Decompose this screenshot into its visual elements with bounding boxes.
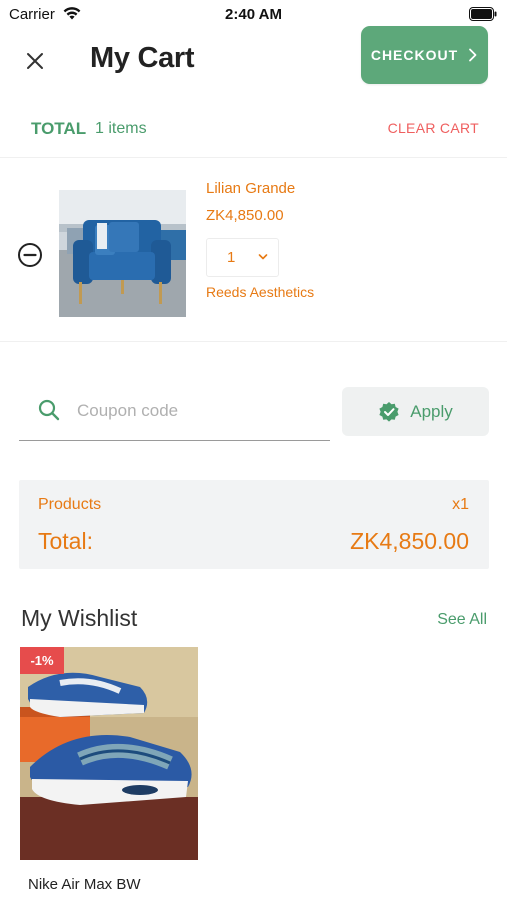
page-title: My Cart (90, 42, 195, 74)
products-count: x1 (452, 496, 469, 513)
status-bar: Carrier 2:40 AM (0, 0, 507, 28)
wishlist-product-image[interactable]: -1% (20, 647, 198, 860)
close-button[interactable] (20, 46, 50, 76)
chevron-down-icon (258, 254, 268, 260)
item-seller[interactable]: Reeds Aesthetics (206, 284, 314, 300)
items-count: 1 items (95, 120, 147, 137)
wishlist-card[interactable]: -1% Nike Air Max BW (20, 647, 198, 893)
remove-circle-icon[interactable] (17, 242, 43, 268)
discount-badge: -1% (20, 647, 64, 674)
apply-coupon-button[interactable]: Apply (342, 387, 489, 436)
apply-label: Apply (410, 401, 453, 421)
products-label: Products (38, 496, 102, 513)
cart-item: Lilian Grande ZK4,850.00 1 Reeds Aesthet… (0, 158, 507, 342)
cart-summary: TOTAL 1 items CLEAR CART (0, 110, 507, 158)
quantity-value: 1 (227, 249, 236, 266)
see-all-link[interactable]: See All (437, 611, 487, 629)
clear-cart-button[interactable]: CLEAR CART (388, 120, 479, 136)
coupon-input[interactable] (77, 396, 317, 426)
total-amount: ZK4,850.00 (350, 528, 469, 554)
order-totals: Products x1 Total: ZK4,850.00 (19, 480, 489, 569)
wishlist-item-name: Nike Air Max BW (28, 876, 141, 893)
checkout-button[interactable]: CHECKOUT (361, 26, 488, 84)
verified-check-icon (379, 401, 399, 422)
status-time: 2:40 AM (225, 6, 282, 23)
search-icon (38, 399, 60, 421)
chevron-right-icon (469, 48, 477, 62)
total-text: Total: (38, 528, 93, 554)
product-image[interactable] (59, 190, 186, 317)
checkout-label: CHECKOUT (370, 47, 459, 63)
battery-icon (469, 7, 497, 21)
quantity-dropdown[interactable]: 1 (206, 238, 279, 277)
close-icon (27, 53, 43, 69)
total-label: TOTAL (31, 119, 87, 138)
armchair-photo (59, 190, 186, 317)
coupon-field[interactable] (19, 386, 330, 441)
wishlist-title: My Wishlist (21, 605, 138, 631)
item-name[interactable]: Lilian Grande (206, 180, 295, 197)
item-price: ZK4,850.00 (206, 207, 284, 224)
sneakers-photo (20, 647, 198, 860)
